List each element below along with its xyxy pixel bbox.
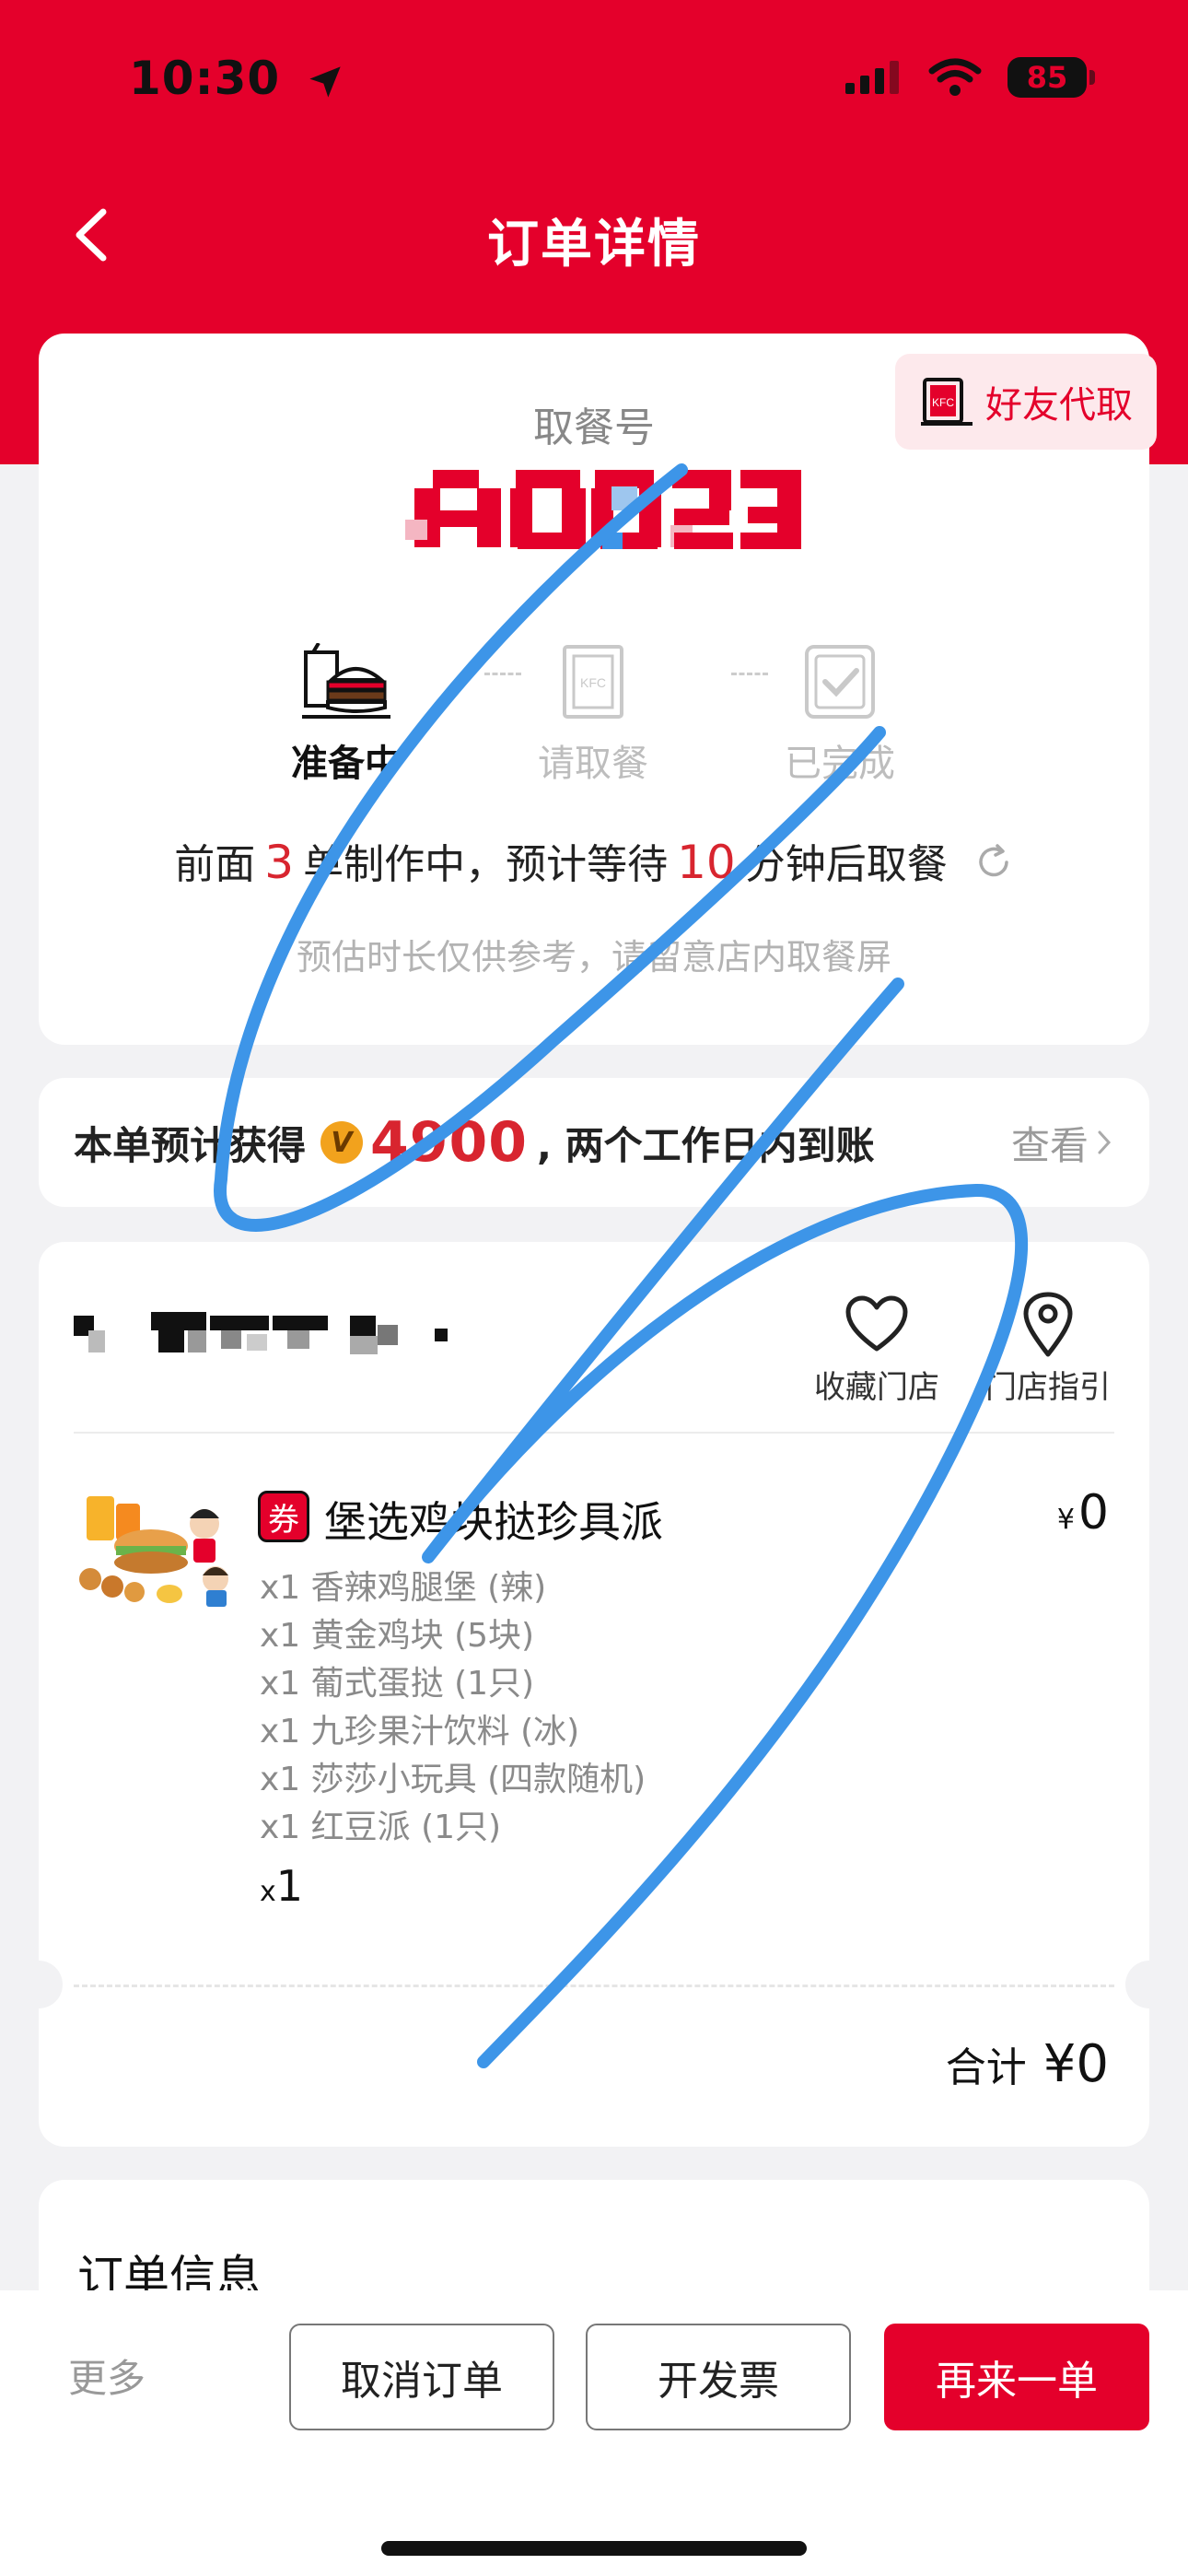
home-indicator bbox=[381, 2541, 807, 2556]
step-ready: KFC 请取餐 bbox=[501, 628, 685, 787]
step-ready-label: 请取餐 bbox=[538, 743, 648, 785]
wait-prefix: 前面 bbox=[174, 841, 256, 888]
item-name: 堡选鸡块挞珍具派 bbox=[324, 1497, 663, 1547]
chevron-right-icon bbox=[1098, 1130, 1112, 1154]
item-quantity: x1 bbox=[260, 1861, 303, 1911]
status-bar: 10:30 85 bbox=[0, 0, 1188, 157]
points-info: 本单预计获得 V 4900 , 两个工作日内到账 bbox=[74, 1078, 875, 1207]
qty-value: 1 bbox=[275, 1861, 304, 1911]
nav-bar: 订单详情 bbox=[0, 175, 1188, 295]
list-item: x1 莎莎小玩具 (四款随机) bbox=[260, 1761, 646, 1798]
step-complete: 已完成 bbox=[748, 628, 932, 787]
store-guide-label: 门店指引 bbox=[985, 1369, 1111, 1406]
item-price: ¥0 bbox=[1057, 1485, 1109, 1540]
total-label: 合计 bbox=[945, 2044, 1027, 2091]
v-coin-icon: V bbox=[320, 1121, 364, 1164]
favorite-store-label: 收藏门店 bbox=[814, 1369, 939, 1406]
price-value: 0 bbox=[1077, 1485, 1109, 1540]
order-progress-steps: 准备中 KFC 请取餐 已完成 bbox=[39, 628, 1149, 785]
wait-estimate: 前面 3 单制作中，预计等待 10 分钟后取餐 bbox=[39, 831, 1149, 893]
svg-text:KFC: KFC bbox=[580, 675, 606, 690]
pickup-number-mosaic bbox=[405, 470, 801, 549]
kfc-bag-icon: KFC bbox=[563, 645, 623, 719]
price-currency: ¥ bbox=[1056, 1504, 1075, 1536]
favorite-store-button[interactable]: 收藏门店 bbox=[812, 1288, 941, 1407]
step-preparing-label: 准备中 bbox=[291, 743, 402, 785]
refresh-icon[interactable] bbox=[973, 842, 1014, 893]
cellular-signal-icon bbox=[845, 61, 899, 94]
wifi-icon bbox=[928, 58, 982, 96]
burger-drink-icon bbox=[302, 643, 390, 719]
wait-suffix: 分钟后取餐 bbox=[744, 841, 948, 888]
battery-indicator: 85 bbox=[1007, 57, 1095, 98]
more-button[interactable]: 更多 bbox=[68, 2348, 146, 2404]
wait-minutes: 10 bbox=[677, 836, 736, 889]
meal-image bbox=[77, 1491, 234, 1610]
heart-icon bbox=[845, 1295, 908, 1352]
list-item: x1 红豆派 (1只) bbox=[260, 1809, 502, 1846]
points-card[interactable]: 本单预计获得 V 4900 , 两个工作日内到账 查看 bbox=[39, 1078, 1149, 1207]
pickup-number bbox=[398, 463, 803, 568]
dashed-divider bbox=[74, 1985, 1114, 1987]
orders-ahead-count: 3 bbox=[264, 836, 295, 889]
total-amount: ¥0 bbox=[1042, 2034, 1109, 2094]
checked-bag-icon bbox=[805, 645, 875, 719]
invoice-button[interactable]: 开发票 bbox=[586, 2324, 851, 2430]
store-guide-button[interactable]: 门店指引 bbox=[984, 1288, 1112, 1407]
item-components-list: x1 香辣鸡腿堡 (辣) x1 黄金鸡块 (5块) x1 葡式蛋挞 (1只) x… bbox=[260, 1564, 646, 1852]
order-total: 合计 ¥0 bbox=[946, 2034, 1109, 2094]
meal-combo-illustration bbox=[79, 1496, 228, 1607]
status-indicators: 85 bbox=[844, 57, 1095, 98]
list-item: x1 九珍果汁饮料 (冰) bbox=[260, 1713, 580, 1751]
status-time-text: 10:30 bbox=[129, 52, 281, 105]
points-prefix: 本单预计获得 bbox=[74, 1122, 307, 1168]
reorder-button[interactable]: 再来一单 bbox=[884, 2324, 1149, 2430]
store-name-redacted bbox=[74, 1297, 589, 1371]
points-amount: 4900 bbox=[370, 1110, 529, 1175]
list-item: x1 香辣鸡腿堡 (辣) bbox=[260, 1569, 547, 1607]
points-suffix: , 两个工作日内到账 bbox=[537, 1122, 875, 1168]
status-time: 10:30 bbox=[129, 52, 344, 105]
ticket-notch bbox=[15, 1961, 63, 2008]
points-view-label: 查看 bbox=[1010, 1122, 1089, 1168]
order-card: 收藏门店 门店指引 券 堡选鸡块挞珍具派 ¥0 x1 香辣鸡腿堡 (辣) x1 … bbox=[15, 1242, 1173, 2147]
qty-prefix: x bbox=[260, 1876, 276, 1908]
step-preparing: 准备中 bbox=[254, 628, 438, 787]
cancel-order-button[interactable]: 取消订单 bbox=[289, 2324, 554, 2430]
divider bbox=[74, 1432, 1114, 1434]
step-complete-label: 已完成 bbox=[785, 743, 895, 785]
wait-hint: 预估时长仅供参考，请留意店内取餐屏 bbox=[296, 937, 891, 978]
pickup-card: KFC 好友代取 取餐号 准备中 KFC 请取餐 已完成 前面 3 单制作中，预… bbox=[39, 334, 1157, 1045]
coupon-tag: 券 bbox=[258, 1491, 309, 1542]
page-title: 订单详情 bbox=[487, 215, 701, 275]
store-actions: 收藏门店 门店指引 bbox=[812, 1288, 1112, 1407]
location-pin-icon bbox=[1023, 1292, 1073, 1357]
pickup-number-label: 取餐号 bbox=[533, 404, 655, 451]
wait-mid: 单制作中，预计等待 bbox=[303, 841, 669, 888]
list-item: x1 葡式蛋挞 (1只) bbox=[260, 1665, 535, 1703]
bottom-action-bar: 更多 取消订单 开发票 再来一单 bbox=[0, 2290, 1188, 2576]
ticket-notch bbox=[1125, 1961, 1173, 2008]
location-arrow-icon bbox=[309, 65, 341, 98]
points-view-link[interactable]: 查看 bbox=[1011, 1078, 1112, 1207]
list-item: x1 黄金鸡块 (5块) bbox=[260, 1617, 535, 1655]
